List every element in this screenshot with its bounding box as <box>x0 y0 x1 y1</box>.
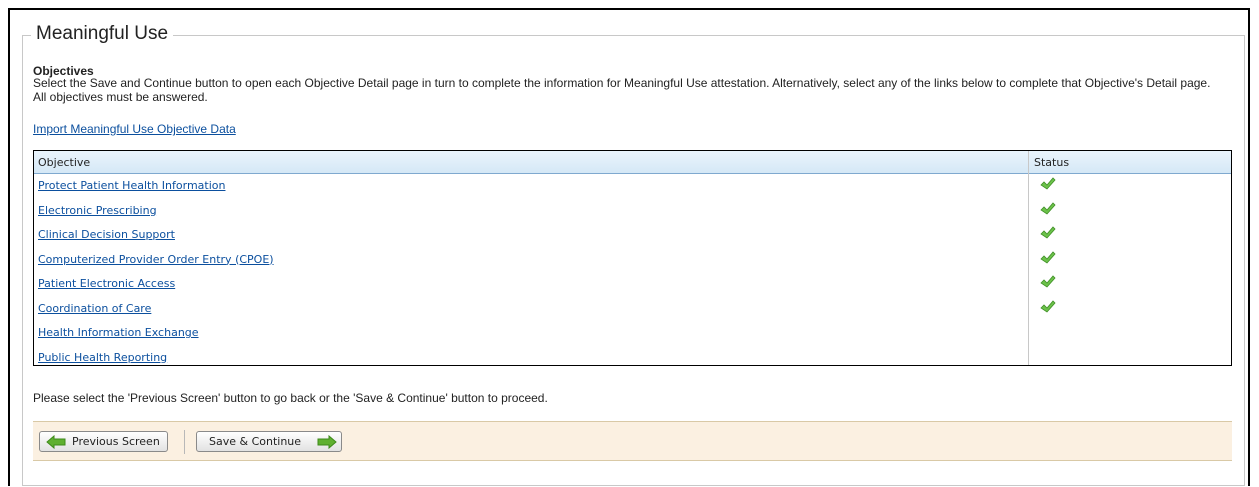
save-continue-label: Save & Continue <box>209 435 302 448</box>
green-check-icon <box>1040 201 1056 215</box>
button-bar: Previous Screen Save & Continue <box>33 421 1232 461</box>
table-header: Objective Status <box>34 151 1231 174</box>
save-continue-button[interactable]: Save & Continue <box>196 431 342 452</box>
table-row: Electronic Prescribing <box>34 199 1231 224</box>
objective-link[interactable]: Coordination of Care <box>38 302 151 315</box>
green-check-icon <box>1040 299 1056 313</box>
previous-screen-label: Previous Screen <box>72 435 160 448</box>
instructions-text: Select the Save and Continue button to o… <box>33 76 1211 104</box>
button-separator <box>184 430 185 454</box>
objective-link[interactable]: Computerized Provider Order Entry (CPOE) <box>38 253 274 266</box>
navigation-note: Please select the 'Previous Screen' butt… <box>33 391 548 405</box>
table-row: Health Information Exchange <box>34 321 1231 346</box>
objective-link[interactable]: Health Information Exchange <box>38 326 199 339</box>
green-check-icon <box>1040 226 1056 239</box>
page-frame: Meaningful Use Objectives Select the Sav… <box>8 8 1250 486</box>
objective-link[interactable]: Protect Patient Health Information <box>38 179 225 192</box>
objective-link[interactable]: Public Health Reporting <box>38 351 167 364</box>
objective-link[interactable]: Clinical Decision Support <box>38 228 175 241</box>
import-objective-data-link[interactable]: Import Meaningful Use Objective Data <box>33 122 236 136</box>
green-check-icon <box>1040 250 1056 264</box>
previous-screen-button[interactable]: Previous Screen <box>39 431 168 452</box>
table-row: Protect Patient Health Information <box>34 174 1231 199</box>
table-row: Coordination of Care <box>34 297 1231 322</box>
objective-link[interactable]: Electronic Prescribing <box>38 204 157 217</box>
green-check-icon <box>1040 275 1056 288</box>
meaningful-use-panel: Meaningful Use Objectives Select the Sav… <box>22 22 1245 486</box>
table-row: Clinical Decision Support <box>34 223 1231 248</box>
table-row: Patient Electronic Access <box>34 272 1231 297</box>
arrow-left-icon <box>46 435 66 449</box>
arrow-right-icon <box>317 435 337 449</box>
column-header-status: Status <box>1034 156 1070 169</box>
table-row: Computerized Provider Order Entry (CPOE) <box>34 248 1231 273</box>
objective-link[interactable]: Patient Electronic Access <box>38 277 175 290</box>
section-title: Meaningful Use <box>31 22 174 46</box>
column-header-objective: Objective <box>38 156 91 169</box>
table-row: Public Health Reporting <box>34 346 1231 371</box>
objectives-table: Objective Status Protect Patient Health … <box>33 150 1232 366</box>
green-check-icon <box>1040 177 1056 190</box>
